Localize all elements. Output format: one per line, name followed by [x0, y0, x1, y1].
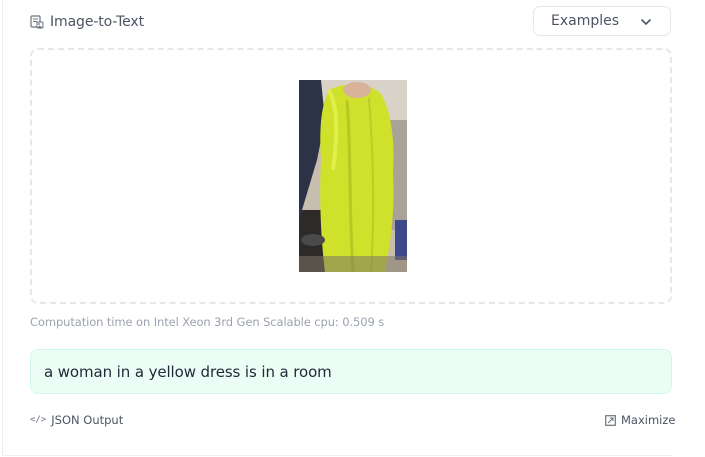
code-icon: </> [30, 415, 47, 425]
examples-label: Examples [551, 13, 620, 29]
json-output-button[interactable]: </> JSON Output [30, 413, 123, 427]
uploaded-image [299, 80, 407, 272]
json-output-label: JSON Output [51, 413, 124, 427]
image-to-text-icon [30, 15, 44, 29]
maximize-icon [605, 414, 616, 426]
chevron-down-icon [641, 19, 651, 25]
computation-time: Computation time on Intel Xeon 3rd Gen S… [30, 315, 385, 329]
task-label: Image-to-Text [50, 14, 144, 30]
maximize-label: Maximize [621, 413, 676, 427]
image-drop-zone[interactable] [30, 48, 672, 304]
maximize-button[interactable]: Maximize [605, 413, 675, 427]
widget-header: Image-to-Text [30, 8, 144, 36]
examples-dropdown[interactable]: Examples [533, 6, 671, 36]
output-text: a woman in a yellow dress is in a room [30, 349, 672, 394]
